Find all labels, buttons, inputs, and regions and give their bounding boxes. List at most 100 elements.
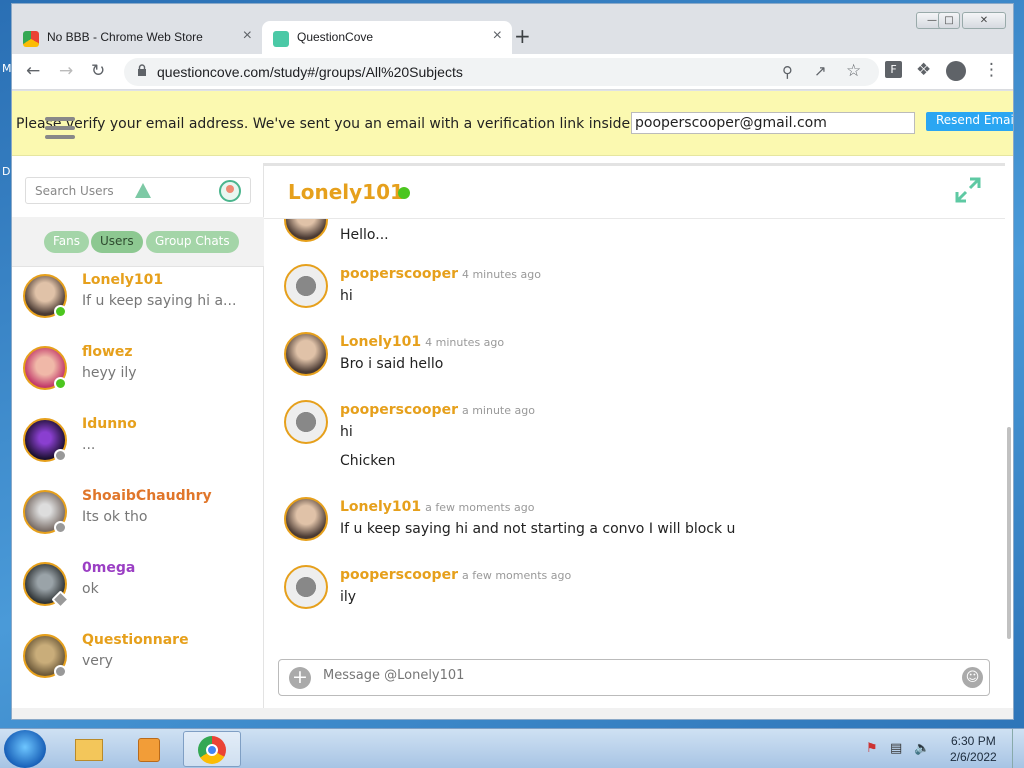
conversation-item[interactable]: Idunno ... [12,411,264,483]
resend-email-button[interactable]: Resend Email [926,112,1013,131]
conversation-preview: ... [82,437,96,453]
emoji-icon[interactable]: ☺ [962,667,983,688]
conversation-item[interactable]: Lonely101 If u keep saying hi a... [12,267,264,339]
tab-title: QuestionCove [297,30,374,44]
key-icon[interactable]: ⚲ [782,63,793,81]
chrome-taskbar-icon[interactable] [183,731,241,767]
offline-status-dot [54,665,67,678]
message-input[interactable] [323,668,923,683]
message-timestamp: 4 minutes ago [425,336,505,349]
add-attachment-icon[interactable]: + [289,667,311,689]
chat-header: Lonely101 [264,163,1005,219]
message-text: Bro i said hello [340,356,444,372]
conversation-name: 0mega [82,560,136,576]
avatar [284,497,328,541]
email-field[interactable] [631,112,915,134]
user-sidebar: Search Users Fans Users Group Chats Lone… [12,163,264,719]
expand-icon[interactable] [954,176,982,204]
verify-email-message: Please verify your email address. We've … [16,116,635,132]
horizontal-scrollbar[interactable] [12,708,1013,719]
message-scrollbar[interactable] [1006,219,1013,641]
extensions-puzzle-icon[interactable]: ❖ [916,60,931,80]
avatar [284,219,328,242]
message-text: hi [340,288,353,304]
questioncove-page: Please verify your email address. We've … [12,91,1013,719]
chrome-web-store-icon [23,31,39,47]
message-author[interactable]: Lonely101 [340,499,421,515]
menu-kebab-icon[interactable]: ⋮ [983,60,1000,80]
hamburger-menu-icon[interactable] [45,117,75,144]
close-window-button[interactable]: ✕ [962,12,1006,29]
conversation-preview: If u keep saying hi a... [82,293,237,309]
message-timestamp: a few moments ago [461,569,572,582]
conversation-name: Lonely101 [82,272,164,288]
offline-status-dot [54,521,67,534]
conversation-preview: heyy ily [82,365,137,381]
address-bar[interactable]: questioncove.com/study#/groups/All%20Sub… [124,58,879,86]
conversation-preview: Its ok tho [82,509,148,525]
conversation-item[interactable]: ShoaibChaudhry Its ok tho [12,483,264,555]
browser-toolbar: ← → ↻ questioncove.com/study#/groups/All… [12,54,1013,90]
conversation-item[interactable]: flowez heyy ily [12,339,264,411]
system-clock[interactable]: 6:30 PM 2/6/2022 [950,733,997,765]
profile-icon[interactable] [219,180,241,202]
message-author[interactable]: pooperscooper [340,402,458,418]
message-timestamp: a minute ago [461,404,535,417]
tab-chrome-web-store[interactable]: No BBB - Chrome Web Store × [12,21,262,54]
online-status-dot [398,187,410,199]
questioncove-favicon-icon [273,31,289,47]
network-icon[interactable]: ▤ [890,741,902,756]
profile-avatar-icon[interactable] [946,61,966,81]
maximize-button[interactable]: □ [938,12,960,29]
forward-arrow-icon[interactable]: → [59,61,73,81]
scrollbar-thumb[interactable] [1007,427,1011,639]
close-tab-icon[interactable]: × [493,27,502,45]
message-composer: + ☺ [278,659,990,696]
online-status-dot [54,377,67,390]
message-list: Hello... pooperscooper 4 minutes ago hi L… [264,219,1005,641]
avatar [284,264,328,308]
taskbar: ⚑ ▤ 🔈 6:30 PM 2/6/2022 [0,728,1024,768]
clock-time: 6:30 PM [951,734,996,748]
share-icon[interactable]: ↗ [814,62,827,80]
conversation-item[interactable]: Questionnare very [12,627,264,699]
chat-partner-name[interactable]: Lonely101 [288,180,404,204]
start-button[interactable] [4,730,46,768]
conversation-name: flowez [82,344,133,360]
tab-title: No BBB - Chrome Web Store [47,30,203,44]
show-desktop-button[interactable] [1012,729,1024,768]
message-author[interactable]: pooperscooper [340,266,458,282]
explorer-taskbar-icon[interactable] [60,731,118,767]
tab-questioncove[interactable]: QuestionCove × [262,21,512,54]
avatar [284,400,328,444]
offline-status-dot [54,449,67,462]
volume-icon[interactable]: 🔈 [914,741,930,756]
clock-date: 2/6/2022 [950,750,997,764]
message-author[interactable]: pooperscooper [340,567,458,583]
conversation-item[interactable]: 0mega ok [12,555,264,627]
close-tab-icon[interactable]: × [243,27,252,45]
message-author[interactable]: Lonely101 [340,334,421,350]
bookmark-star-icon[interactable]: ☆ [846,61,861,81]
bell-icon[interactable] [135,183,151,198]
search-placeholder: Search Users [35,184,114,198]
message-timestamp: a few moments ago [425,501,535,514]
filter-group-chats[interactable]: Group Chats [146,231,239,253]
media-player-taskbar-icon[interactable] [121,731,179,767]
desktop-icon-fragment[interactable]: D [2,165,10,178]
conversation-preview: very [82,653,113,669]
reload-icon[interactable]: ↻ [91,61,105,81]
filter-users[interactable]: Users [91,231,143,253]
back-arrow-icon[interactable]: ← [26,61,40,81]
verify-email-banner: Please verify your email address. We've … [12,91,1013,156]
new-tab-button[interactable]: + [514,24,531,48]
filter-tabs: Fans Users Group Chats [12,217,264,267]
message-text: Chicken [340,453,396,469]
extension-f-icon[interactable]: F [885,61,902,78]
action-center-icon[interactable]: ⚑ [866,741,878,756]
search-users-input[interactable]: Search Users [25,177,251,204]
message-text: Hello... [340,227,389,243]
avatar [284,565,328,609]
message-timestamp: 4 minutes ago [461,268,541,281]
filter-fans[interactable]: Fans [44,231,90,253]
